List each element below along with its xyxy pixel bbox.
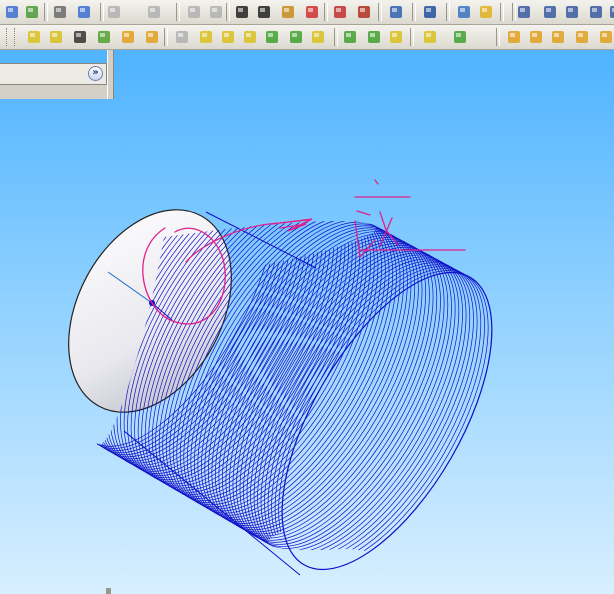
wireframe-icon[interactable]: [196, 27, 216, 47]
features-toolbar: [0, 25, 614, 50]
print-preview-icon[interactable]: [74, 2, 94, 22]
arrow-down-icon[interactable]: [142, 27, 162, 47]
toolbar-separator: [44, 3, 48, 21]
graphics-area[interactable]: »: [0, 50, 614, 594]
undo-icon[interactable]: [104, 2, 124, 22]
standard-toolbar: [0, 0, 614, 25]
brick-wall-icon[interactable]: [354, 2, 374, 22]
print-icon[interactable]: [50, 2, 70, 22]
toolbar-separator: [164, 28, 168, 46]
list-icon[interactable]: [454, 2, 474, 22]
toolbar-separator: [6, 28, 10, 46]
paste-icon[interactable]: [206, 2, 226, 22]
shaded-box-icon[interactable]: [94, 27, 114, 47]
toolbar-separator: [334, 28, 338, 46]
toolbar-separator: [100, 3, 104, 21]
clipboard-icon[interactable]: [386, 27, 406, 47]
green-box-icon[interactable]: [286, 27, 306, 47]
toolbar-separator: [410, 28, 414, 46]
toolbar-separator: [378, 3, 382, 21]
zoom-in-out-icon[interactable]: [586, 2, 606, 22]
redo-icon[interactable]: [144, 2, 164, 22]
model-view[interactable]: [0, 50, 614, 594]
toolbar-separator: [324, 3, 328, 21]
copy-icon[interactable]: [184, 2, 204, 22]
zoom-area-icon[interactable]: [562, 2, 582, 22]
pin-icon[interactable]: [514, 2, 534, 22]
toolbar-separator: [14, 28, 18, 46]
view-orientation-icon[interactable]: [24, 27, 44, 47]
rebuild-icon[interactable]: [2, 2, 22, 22]
hidden-lines-icon[interactable]: [218, 27, 238, 47]
toolbar-separator: [446, 3, 450, 21]
cube-icon[interactable]: [596, 27, 614, 47]
toolbar-separator: [176, 3, 180, 21]
sketch-icon[interactable]: [278, 2, 298, 22]
grid-icon[interactable]: [330, 2, 350, 22]
perspective-icon[interactable]: [308, 27, 328, 47]
toolbar-separator: [496, 28, 500, 46]
help-icon[interactable]: [476, 2, 496, 22]
toolbar-separator: [512, 3, 516, 21]
tools-icon[interactable]: [420, 2, 440, 22]
shaded-edges-icon[interactable]: [240, 27, 260, 47]
view-front-icon[interactable]: [172, 27, 192, 47]
down-arrow-icon[interactable]: [572, 27, 592, 47]
section-view-icon[interactable]: [46, 27, 66, 47]
lights-icon[interactable]: [420, 27, 440, 47]
link-icon[interactable]: [364, 27, 384, 47]
select-filter-icon[interactable]: [254, 2, 274, 22]
diamond-icon[interactable]: [504, 27, 524, 47]
rotate-view-icon[interactable]: [606, 2, 614, 22]
move-view-icon[interactable]: [70, 27, 90, 47]
camera-icon[interactable]: [386, 2, 406, 22]
traffic-light-icon[interactable]: [302, 2, 322, 22]
select-icon[interactable]: [232, 2, 252, 22]
shaded-icon[interactable]: [262, 27, 282, 47]
dot-grid-icon[interactable]: [340, 27, 360, 47]
toolbar-separator: [226, 3, 230, 21]
spiral-icon[interactable]: [450, 27, 470, 47]
horseshoe-icon[interactable]: [548, 27, 568, 47]
toolbar-separator: [412, 3, 416, 21]
toolbar-separator: [500, 3, 504, 21]
arch-icon[interactable]: [526, 27, 546, 47]
magnet-icon[interactable]: [118, 27, 138, 47]
options-icon[interactable]: [22, 2, 42, 22]
zoom-fit-icon[interactable]: [540, 2, 560, 22]
